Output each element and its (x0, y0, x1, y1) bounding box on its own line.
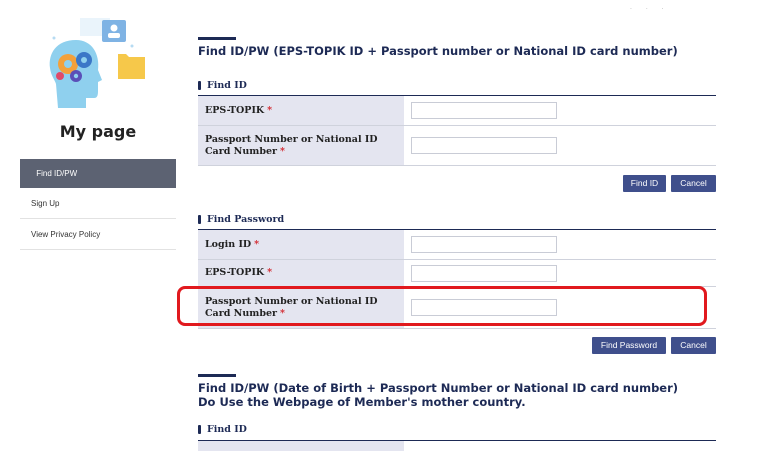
passport-number-input[interactable] (411, 137, 557, 154)
field-label: Passport Number or National ID Card Numb… (198, 126, 404, 165)
required-mark: * (254, 238, 260, 250)
form-row-eps-topik: EPS-TOPIK * (198, 96, 716, 126)
sidebar-item-label: View Privacy Policy (31, 230, 101, 239)
user-card-icon (102, 20, 126, 42)
find-id-button[interactable]: Find ID (623, 175, 666, 192)
field-label: EPS-TOPIK * (198, 260, 404, 286)
eps-topik-input[interactable] (411, 102, 557, 119)
find-password-heading: Find Password (198, 214, 284, 225)
section-title-bar (198, 37, 236, 40)
form-row-login-id: Login ID * (198, 230, 716, 260)
find-password-button[interactable]: Find Password (592, 337, 666, 354)
field-label-text: Login ID (205, 238, 252, 250)
sidebar-item-find-id-pw[interactable]: Find ID/PW (20, 159, 176, 188)
sidebar-item-label: Find ID/PW (36, 169, 78, 178)
required-mark: * (267, 104, 273, 116)
field-cell (404, 96, 716, 125)
sidebar-item-sign-up[interactable]: Sign Up (20, 188, 176, 219)
find-id-heading: Find ID (198, 424, 247, 435)
eps-topik-input[interactable] (411, 264, 557, 282)
find-id-form (198, 440, 716, 451)
find-id-form: EPS-TOPIK * Passport Number or National … (198, 95, 716, 166)
login-id-input[interactable] (411, 236, 557, 253)
field-label: Login ID * (198, 230, 404, 259)
field-label-text: Passport Number or National ID Card Numb… (205, 133, 378, 157)
section2-title-line1: Find ID/PW (Date of Birth + Passport Num… (198, 381, 679, 395)
form-row (198, 441, 716, 451)
section2-title-line2: Do Use the Webpage of Member's mother co… (198, 395, 526, 409)
heading-marker (198, 81, 201, 90)
heading-marker (198, 425, 201, 434)
field-cell (404, 441, 716, 451)
section1-title: Find ID/PW (EPS-TOPIK ID + Passport numb… (198, 44, 678, 58)
highlight-box (177, 286, 707, 326)
required-mark: * (280, 145, 285, 157)
head-gears-illustration-icon (49, 18, 145, 108)
find-id-heading-text: Find ID (207, 424, 247, 435)
find-password-heading-text: Find Password (207, 214, 285, 225)
cancel-button[interactable]: Cancel (671, 337, 716, 354)
top-dots: · · · (630, 6, 670, 13)
field-cell (404, 260, 716, 286)
sidebar-item-label: Sign Up (31, 199, 60, 208)
field-label-text: EPS-TOPIK (205, 104, 265, 116)
form-row-passport: Passport Number or National ID Card Numb… (198, 126, 716, 166)
find-id-heading-text: Find ID (207, 80, 247, 91)
field-label (198, 441, 404, 451)
find-id-heading: Find ID (198, 80, 247, 91)
field-label-text: EPS-TOPIK (205, 267, 265, 278)
heading-marker (198, 215, 201, 224)
form-row-eps-topik: EPS-TOPIK * (198, 260, 716, 287)
page-title: My page (59, 122, 137, 141)
folder-icon (118, 54, 145, 79)
sidebar-item-privacy-policy[interactable]: View Privacy Policy (20, 219, 176, 250)
field-label: EPS-TOPIK * (198, 96, 404, 125)
section-title-bar (198, 374, 236, 377)
field-cell (404, 230, 716, 259)
sidebar-nav: Find ID/PW Sign Up View Privacy Policy (20, 159, 176, 250)
field-cell (404, 126, 716, 165)
cancel-button[interactable]: Cancel (671, 175, 716, 192)
required-mark: * (267, 267, 273, 278)
